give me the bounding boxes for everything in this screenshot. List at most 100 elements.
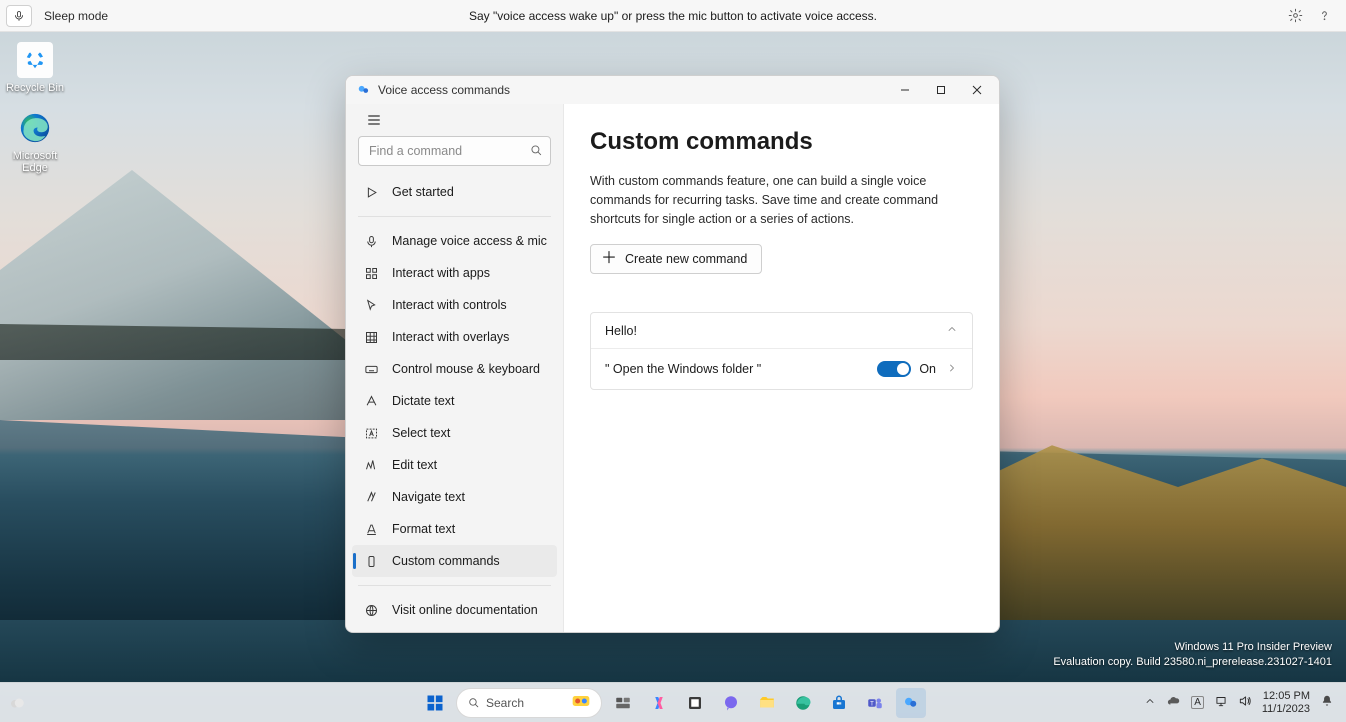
taskbar-task-view[interactable] [608,688,638,718]
chevron-up-icon [946,323,958,338]
tray-language[interactable]: A [1191,696,1204,709]
gear-icon [1288,8,1303,23]
volume-icon [1238,694,1252,708]
search-highlight-icon [571,691,591,714]
nav-download-copy[interactable]: Download local copy [352,626,557,633]
window-titlebar[interactable]: Voice access commands [346,76,999,104]
watermark-line2: Evaluation copy. Build 23580.ni_prerelea… [1053,655,1332,670]
folder-icon [758,694,776,712]
app-icon [356,82,372,98]
search-icon [467,696,480,709]
tray-notifications[interactable] [1320,694,1334,711]
voice-mode-label: Sleep mode [44,9,108,23]
tray-clock[interactable]: 12:05 PM 11/1/2023 [1262,690,1310,715]
edge-icon [794,694,812,712]
tray-volume[interactable] [1238,694,1252,711]
sidebar: Get started Manage voice access & mic In… [346,104,564,632]
edit-icon [362,456,380,474]
nav-manage-voice-mic[interactable]: Manage voice access & mic [352,225,557,257]
taskbar-copilot[interactable] [644,688,674,718]
taskbar-search[interactable]: Search [456,688,602,718]
recycle-bin-icon [17,42,53,78]
nav-label: Control mouse & keyboard [392,362,540,376]
desktop-icon-recycle-bin[interactable]: Recycle Bin [0,42,70,94]
svg-text:T: T [870,701,874,707]
voice-help-button[interactable] [1317,8,1332,23]
mic-icon [13,10,25,22]
help-icon [1317,8,1332,23]
command-group-title: Hello! [605,324,637,338]
nav-get-started[interactable]: Get started [352,176,557,208]
nav-label: Interact with overlays [392,330,509,344]
nav-interact-overlays[interactable]: Interact with overlays [352,321,557,353]
hamburger-icon [366,112,382,128]
content-heading: Custom commands [590,128,973,156]
taskbar-teams[interactable]: T [860,688,890,718]
keyboard-icon [362,360,380,378]
nav-label: Format text [392,522,455,536]
store-icon [830,694,848,712]
nav-format-text[interactable]: Format text [352,513,557,545]
window-maximize-button[interactable] [923,76,959,104]
cursor-icon [362,296,380,314]
sidebar-menu-button[interactable] [358,112,390,128]
start-button[interactable] [420,688,450,718]
format-icon [362,520,380,538]
voice-hint: Say "voice access wake up" or press the … [469,9,877,23]
nav-interact-apps[interactable]: Interact with apps [352,257,557,289]
nav-label: Interact with controls [392,298,507,312]
voice-access-commands-window: Voice access commands Get started [345,75,1000,633]
nav-control-mouse-keyboard[interactable]: Control mouse & keyboard [352,353,557,385]
nav-label: Navigate text [392,490,465,504]
device-icon [362,552,380,570]
nav-select-text[interactable]: Select text [352,417,557,449]
weather-icon [8,694,26,712]
chevron-right-icon[interactable] [946,362,958,377]
nav-separator [358,585,551,586]
taskbar-weather[interactable] [8,694,26,712]
taskbar-widgets[interactable] [680,688,710,718]
grid-icon [362,328,380,346]
tray-time: 12:05 PM [1262,690,1310,703]
nav-custom-commands[interactable]: Custom commands [352,545,557,577]
taskbar-edge[interactable] [788,688,818,718]
command-toggle[interactable] [877,361,911,377]
tray-network[interactable] [1214,694,1228,711]
edge-icon [17,110,53,146]
nav-interact-controls[interactable]: Interact with controls [352,289,557,321]
chevron-up-icon [1144,695,1156,707]
voice-mic-button[interactable] [6,5,32,27]
window-title: Voice access commands [378,83,510,97]
chat-icon [722,694,740,712]
nav-label: Get started [392,185,454,199]
taskbar-voice-access[interactable] [896,688,926,718]
tray-date: 11/1/2023 [1262,703,1310,716]
nav-navigate-text[interactable]: Navigate text [352,481,557,513]
tray-overflow[interactable] [1144,695,1156,710]
nav-separator [358,216,551,217]
command-group-header[interactable]: Hello! [591,313,972,349]
nav-label: Edit text [392,458,437,472]
window-close-button[interactable] [959,76,995,104]
nav-edit-text[interactable]: Edit text [352,449,557,481]
nav-dictate-text[interactable]: Dictate text [352,385,557,417]
taskbar: Search T A 12:05 PM 11/1/2023 [0,682,1346,722]
taskbar-chat[interactable] [716,688,746,718]
sidebar-search [358,136,551,166]
nav-online-docs[interactable]: Visit online documentation [352,594,557,626]
watermark-line1: Windows 11 Pro Insider Preview [1053,640,1332,655]
nav-label: Select text [392,426,450,440]
desktop-icon-label: Recycle Bin [0,82,70,94]
voice-settings-button[interactable] [1288,8,1303,23]
create-command-button[interactable]: ＋ Create new command [590,244,762,274]
taskbar-store[interactable] [824,688,854,718]
create-command-label: Create new command [625,252,747,266]
desktop-icon-edge[interactable]: Microsoft Edge [0,110,70,174]
desktop-icon-label: Microsoft Edge [0,150,70,174]
play-icon [362,183,380,201]
search-input[interactable] [358,136,551,166]
window-minimize-button[interactable] [887,76,923,104]
tray-onedrive[interactable] [1166,694,1181,712]
taskbar-explorer[interactable] [752,688,782,718]
windows-icon [425,693,445,713]
